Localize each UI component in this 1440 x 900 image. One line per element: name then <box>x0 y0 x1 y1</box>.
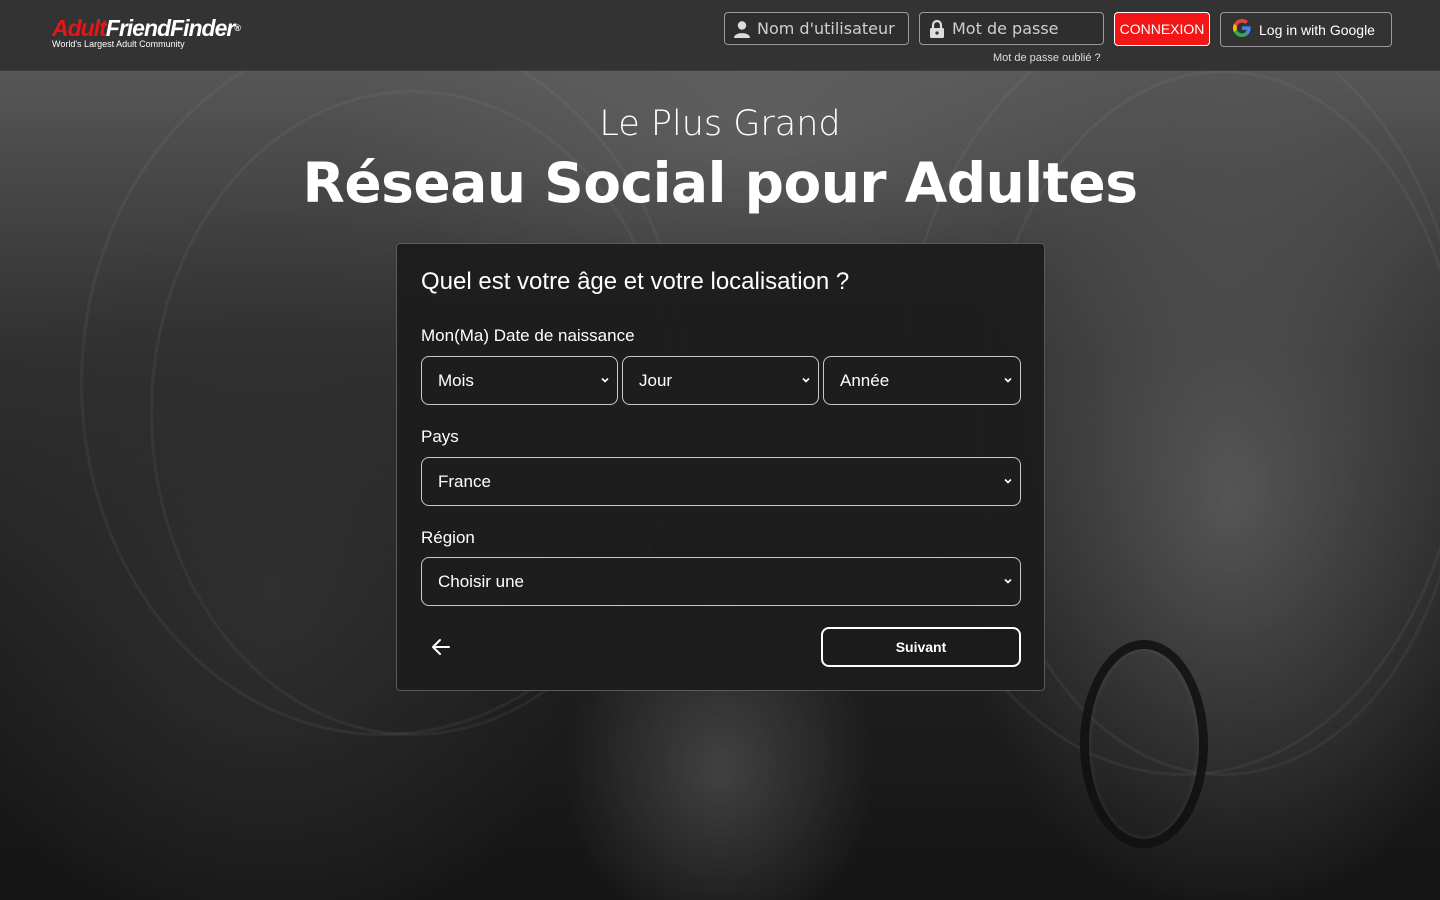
form-question: Quel est votre âge et votre localisation… <box>421 268 850 295</box>
logo-friendfinder-text: FriendFinder <box>105 15 236 41</box>
chevron-down-icon <box>1004 578 1012 584</box>
dob-label: Mon(Ma) Date de naissance <box>421 326 635 345</box>
forgot-password-link[interactable]: Mot de passe oublié ? <box>993 52 1101 64</box>
login-button[interactable]: CONNEXION <box>1114 12 1210 46</box>
hero-title: Réseau Social pour Adultes <box>302 151 1138 215</box>
region-select-value: Choisir une <box>438 571 524 591</box>
password-input[interactable] <box>952 19 1092 38</box>
username-field[interactable] <box>724 12 909 45</box>
google-login-button[interactable]: Log in with Google <box>1220 12 1392 47</box>
password-field[interactable] <box>919 12 1104 45</box>
lock-icon <box>928 19 946 39</box>
country-label: Pays <box>421 427 459 446</box>
country-select[interactable]: France <box>421 457 1021 506</box>
year-select[interactable]: Année <box>823 356 1021 405</box>
back-button[interactable] <box>427 634 455 660</box>
user-icon <box>733 19 751 39</box>
chevron-down-icon <box>1004 478 1012 484</box>
chevron-down-icon <box>1004 377 1012 383</box>
username-input[interactable] <box>757 19 897 38</box>
logo-tagline: World's Largest Adult Community <box>52 39 185 49</box>
region-label: Région <box>421 528 475 547</box>
signup-form-panel: Quel est votre âge et votre localisation… <box>396 243 1045 691</box>
top-header: AdultFriendFinder® World's Largest Adult… <box>0 0 1440 71</box>
logo-wordmark: AdultFriendFinder® <box>52 14 241 42</box>
country-select-value: France <box>438 471 491 491</box>
logo-registered-mark: ® <box>234 23 241 33</box>
google-login-label: Log in with Google <box>1259 21 1375 38</box>
day-select-value: Jour <box>639 370 673 390</box>
google-icon <box>1233 19 1259 40</box>
logo-adult-text: Adult <box>52 15 107 41</box>
year-select-value: Année <box>840 370 890 390</box>
next-button[interactable]: Suivant <box>821 627 1021 667</box>
chevron-down-icon <box>601 377 609 383</box>
chevron-down-icon <box>802 377 810 383</box>
month-select[interactable]: Mois <box>421 356 618 405</box>
month-select-value: Mois <box>438 370 474 390</box>
day-select[interactable]: Jour <box>622 356 819 405</box>
hero-subtitle: Le Plus Grand <box>599 104 841 144</box>
arrow-left-icon <box>432 639 450 655</box>
region-select[interactable]: Choisir une <box>421 557 1021 606</box>
site-logo[interactable]: AdultFriendFinder® World's Largest Adult… <box>52 14 241 54</box>
